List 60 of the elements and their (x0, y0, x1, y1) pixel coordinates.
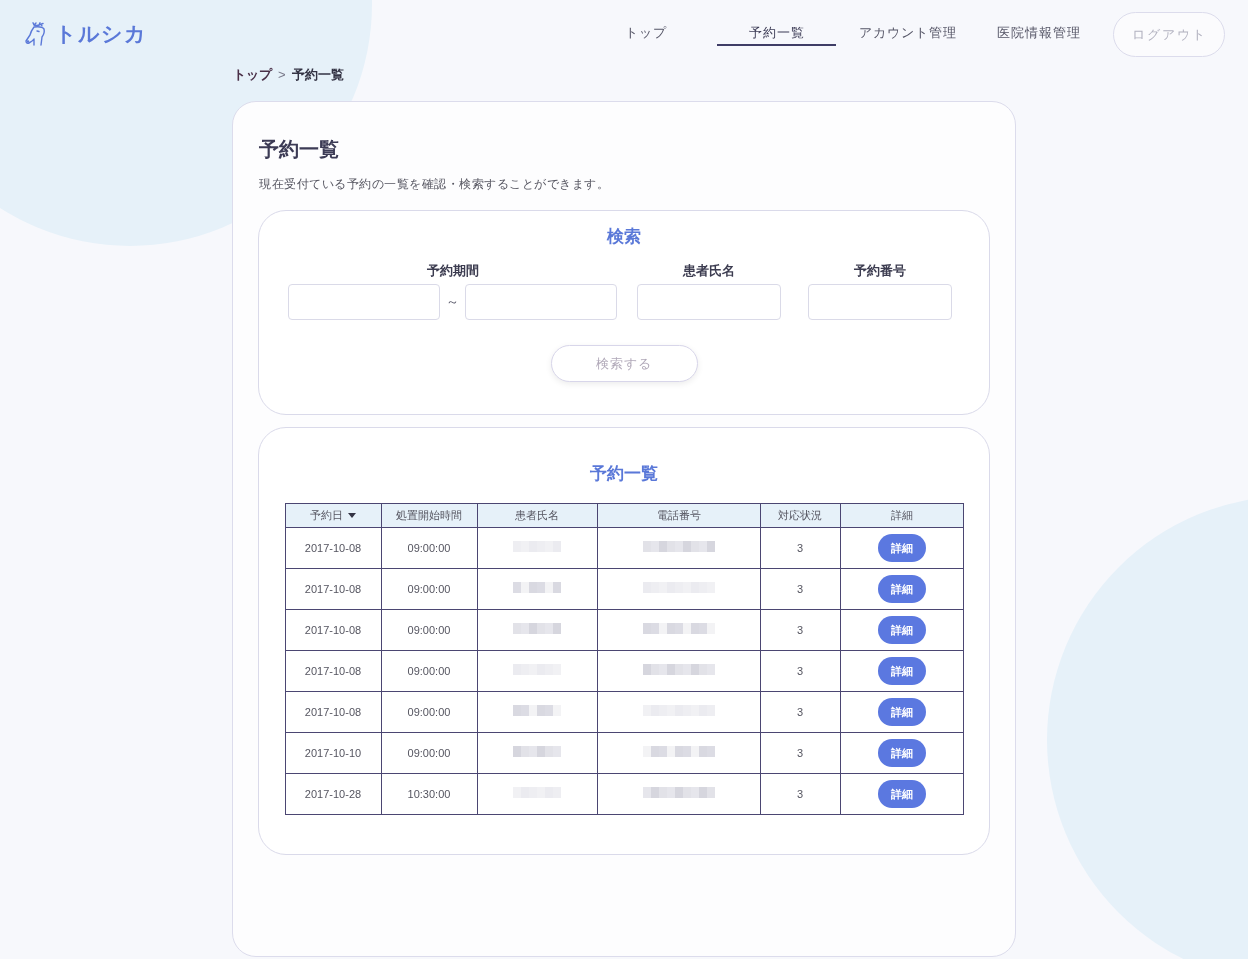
table-cell: 2017-10-08 (285, 650, 381, 692)
input-field[interactable] (288, 284, 440, 320)
page-title: 予約一覧 (258, 137, 340, 162)
breadcrumb-link[interactable]: トップ (233, 65, 272, 85)
table-cell: 10:30:00 (381, 773, 477, 815)
input-field[interactable] (465, 284, 617, 320)
table-cell: 3 (760, 650, 840, 692)
search-title: 検索 (606, 226, 642, 248)
nav-tab[interactable]: アカウント管理 (848, 12, 967, 46)
pixelated-text-drawing (513, 622, 561, 634)
table-cell: 3 (760, 568, 840, 610)
table-cell: 3 (760, 732, 840, 774)
column-header[interactable]: 予約日 (285, 503, 381, 528)
breadcrumb-current: 予約一覧 (291, 66, 344, 85)
detail-button[interactable]: 詳細 (877, 575, 926, 603)
table-cell: 2017-10-08 (285, 691, 381, 733)
detail-button[interactable]: 詳細 (877, 616, 926, 644)
column-header[interactable]: 患者氏名 (477, 503, 597, 528)
table-cell: 3 (760, 609, 840, 651)
field-label: 予約番号 (854, 262, 906, 280)
table-cell: 2017-10-08 (285, 609, 381, 651)
table-cell: 09:00:00 (381, 732, 477, 774)
table-cell: 09:00:00 (381, 609, 477, 651)
input-field[interactable] (637, 284, 781, 320)
column-header[interactable]: 処置開始時間 (381, 503, 477, 528)
table-cell: 3 (760, 691, 840, 733)
column-header[interactable]: 詳細 (840, 503, 963, 528)
nav-tab[interactable]: トップ (586, 12, 705, 46)
caret-down-icon (348, 513, 356, 518)
breadcrumb-separator: > (278, 66, 286, 85)
nav-tab[interactable]: 医院情報管理 (979, 12, 1098, 46)
detail-button[interactable]: 詳細 (877, 780, 926, 808)
logo-text: トルシカ (55, 21, 147, 47)
deer-head-icon (25, 22, 47, 46)
input-field[interactable] (808, 284, 952, 320)
table-cell: 3 (760, 527, 840, 569)
pixelated-text-drawing (513, 704, 561, 716)
table-cell: 2017-10-28 (285, 773, 381, 815)
list-title: 予約一覧 (589, 463, 659, 485)
table-cell: 09:00:00 (381, 691, 477, 733)
table-cell: 09:00:00 (381, 568, 477, 610)
table-cell: 2017-10-08 (285, 527, 381, 569)
table-cell: 09:00:00 (381, 527, 477, 569)
table-cell: 2017-10-08 (285, 568, 381, 610)
detail-button[interactable]: 詳細 (877, 534, 926, 562)
pixelated-text-drawing (513, 581, 561, 593)
detail-button[interactable]: 詳細 (877, 698, 926, 726)
field-label: 予約期間 (426, 262, 479, 280)
range-separator: ～ (445, 293, 460, 312)
column-header[interactable]: 対応状況 (760, 503, 840, 528)
detail-button[interactable]: 詳細 (877, 739, 926, 767)
pixelated-text-drawing (513, 745, 561, 757)
table-cell: 2017-10-10 (285, 732, 381, 774)
table-cell: 09:00:00 (381, 650, 477, 692)
nav-tab[interactable]: 予約一覧 (717, 12, 836, 46)
field-label: 患者氏名 (683, 262, 735, 280)
column-header[interactable]: 電話番号 (597, 503, 760, 528)
detail-button[interactable]: 詳細 (877, 657, 926, 685)
table-cell: 3 (760, 773, 840, 815)
page-description: 現在受付ている予約の一覧を確認・検索することができます。 (258, 176, 610, 193)
